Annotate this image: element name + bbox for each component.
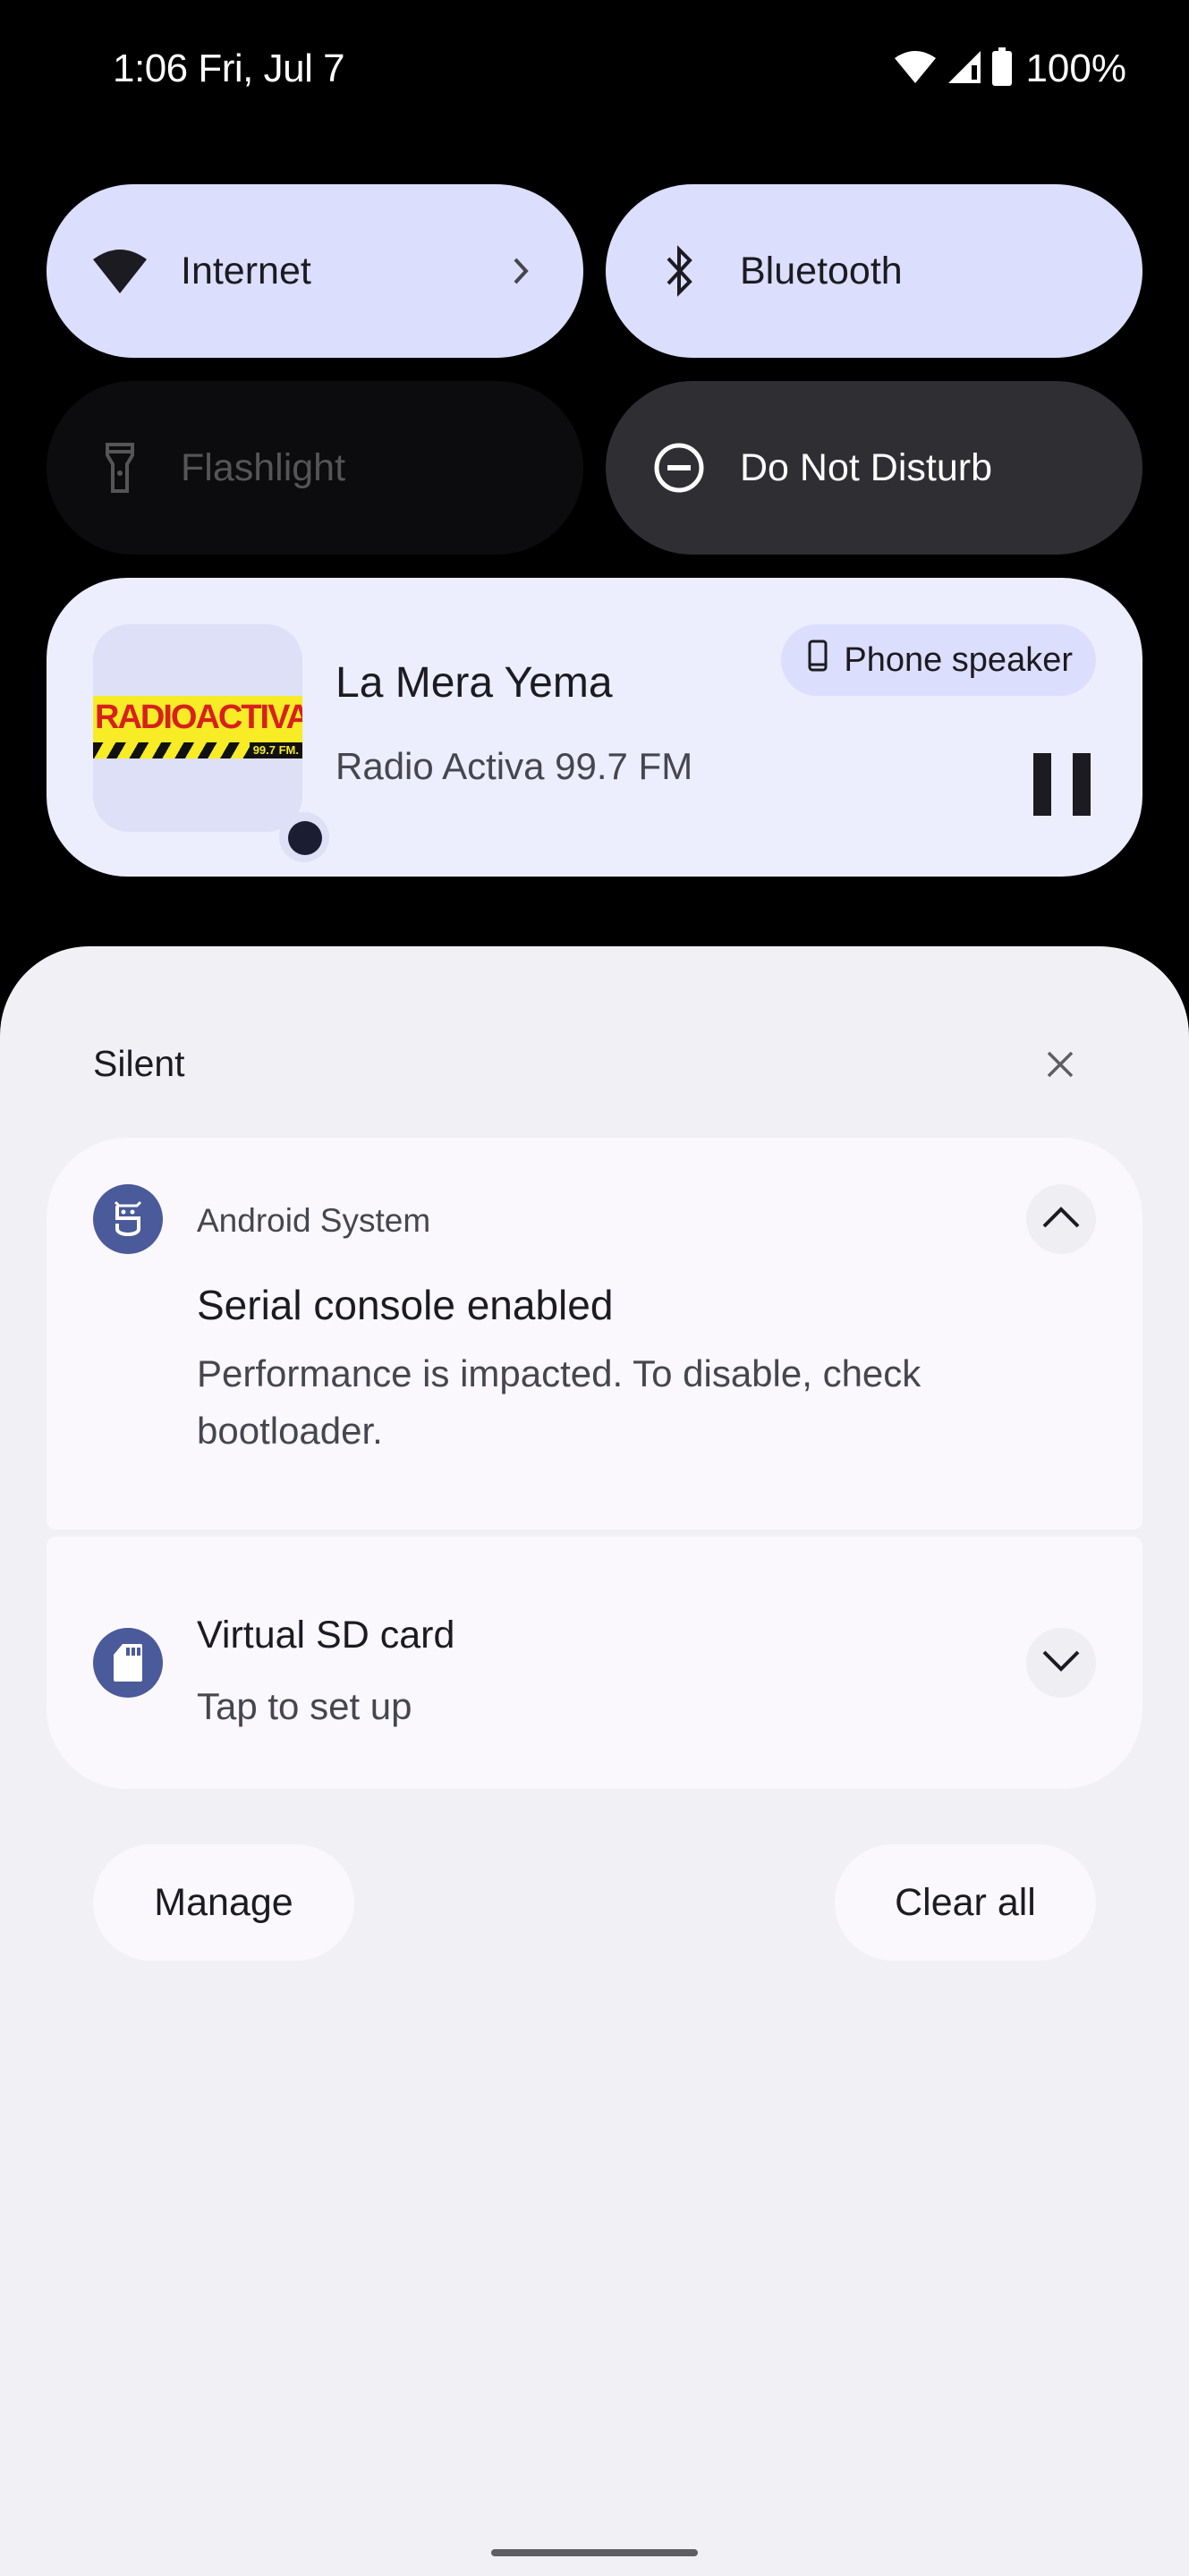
notification-serial-console[interactable]: Android System Serial console enabled Pe… xyxy=(47,1138,1142,1530)
chevron-right-icon[interactable] xyxy=(503,253,539,289)
tile-dnd-label: Do Not Disturb xyxy=(740,445,992,489)
tile-bluetooth[interactable]: Bluetooth xyxy=(606,184,1142,358)
status-time: 1:06 Fri, Jul 7 xyxy=(113,47,345,90)
logo-frequency: 99.7 FM. xyxy=(249,742,302,758)
output-device-label: Phone speaker xyxy=(844,640,1073,679)
pause-button[interactable] xyxy=(1033,753,1091,816)
chevron-down-icon xyxy=(1041,1649,1081,1677)
bluetooth-icon xyxy=(650,242,708,300)
notification-title: Serial console enabled xyxy=(197,1282,614,1328)
notification-body: Tap to set up xyxy=(197,1685,412,1727)
android-system-icon xyxy=(93,1184,163,1254)
status-icons: 100% xyxy=(893,47,1126,91)
clear-all-button[interactable]: Clear all xyxy=(835,1844,1096,1961)
close-icon[interactable] xyxy=(1039,1043,1082,1086)
pause-icon xyxy=(1033,753,1051,816)
chevron-up-icon xyxy=(1041,1206,1081,1233)
wifi-icon xyxy=(91,242,149,300)
tile-do-not-disturb[interactable]: Do Not Disturb xyxy=(606,381,1142,555)
media-subtitle: Radio Activa 99.7 FM xyxy=(335,745,693,787)
notification-list: Android System Serial console enabled Pe… xyxy=(47,1138,1142,1789)
media-title: La Mera Yema xyxy=(335,659,613,707)
tile-flashlight-label: Flashlight xyxy=(181,445,346,489)
collapse-button[interactable] xyxy=(1026,1184,1096,1254)
battery-icon xyxy=(991,47,1013,91)
tile-internet[interactable]: Internet xyxy=(47,184,583,358)
pause-icon xyxy=(1073,753,1091,816)
notification-title: Virtual SD card xyxy=(197,1614,455,1657)
sd-card-icon xyxy=(93,1628,163,1698)
battery-percent: 100% xyxy=(1025,47,1126,90)
app-name: Android System xyxy=(197,1202,431,1239)
home-gesture-handle[interactable] xyxy=(491,2549,698,2556)
radio-activa-logo: RADIOACTIVA 99.7 FM. xyxy=(93,696,302,758)
wifi-icon xyxy=(893,49,938,89)
logo-text: RADIOACTIVA xyxy=(95,699,302,736)
app-badge-icon xyxy=(288,821,322,855)
notification-shade: Silent Android System Serial console ena… xyxy=(0,946,1189,2576)
status-bar: 1:06 Fri, Jul 7 100% xyxy=(0,0,1189,143)
output-device-chip[interactable]: Phone speaker xyxy=(781,624,1096,696)
tile-internet-label: Internet xyxy=(181,249,311,292)
phone-icon xyxy=(808,640,828,681)
expand-button[interactable] xyxy=(1026,1628,1096,1698)
tile-flashlight[interactable]: Flashlight xyxy=(47,381,583,555)
media-player[interactable]: RADIOACTIVA 99.7 FM. La Mera Yema Radio … xyxy=(47,578,1142,877)
manage-button[interactable]: Manage xyxy=(93,1844,354,1961)
section-title-silent: Silent xyxy=(93,1043,185,1084)
tile-bluetooth-label: Bluetooth xyxy=(740,249,903,292)
notification-virtual-sd-card[interactable]: Virtual SD card Tap to set up xyxy=(47,1537,1142,1789)
notification-body: Performance is impacted. To disable, che… xyxy=(197,1352,921,1452)
cell-signal-icon xyxy=(947,49,982,89)
flashlight-icon xyxy=(91,439,149,496)
album-art: RADIOACTIVA 99.7 FM. xyxy=(93,624,329,862)
do-not-disturb-icon xyxy=(650,439,708,496)
